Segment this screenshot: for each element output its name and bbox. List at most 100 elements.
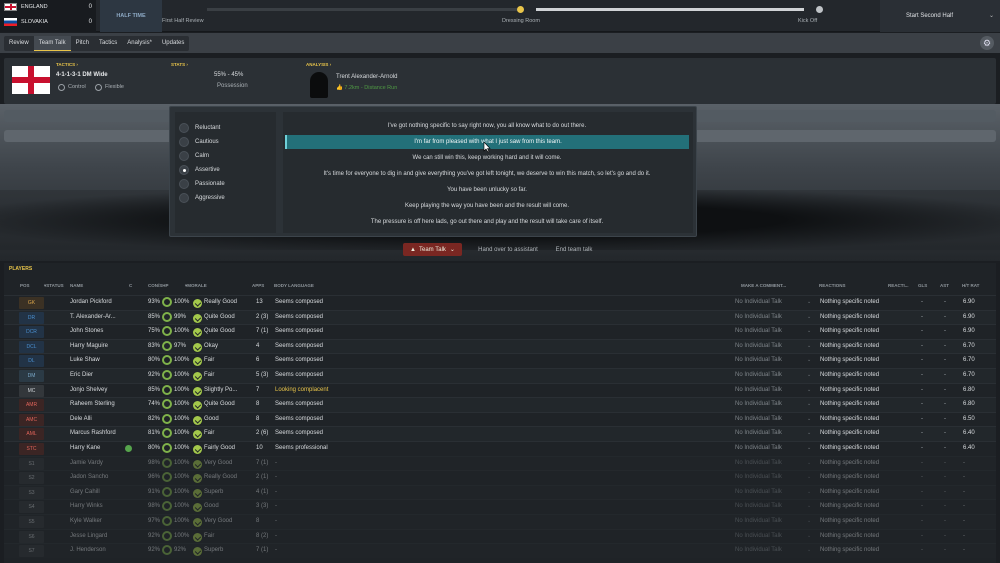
table-row[interactable]: S2 Jadon Sancho 96% 100% Really Good 2 (1) - No…	[4, 470, 996, 485]
end-team-talk-button[interactable]: End team talk	[549, 243, 599, 256]
col-name[interactable]: NAME	[70, 283, 83, 288]
table-row[interactable]: AMC Dele Alli 82% 100% Good 8 Seems composed No…	[4, 411, 996, 427]
individual-talk-select[interactable]: No Individual Talk	[735, 387, 782, 393]
chevron-down-icon[interactable]: ⌄	[807, 503, 811, 509]
position-badge[interactable]: S5	[19, 516, 44, 528]
player-name[interactable]: Jamie Vardy	[70, 460, 103, 466]
tone-option[interactable]: Cautious	[179, 137, 219, 147]
player-name[interactable]: Jonjo Shelvey	[70, 387, 107, 393]
table-row[interactable]: S1 Jamie Vardy 98% 100% Very Good 7 (1) - No In…	[4, 455, 996, 471]
player-name[interactable]: John Stones	[70, 328, 103, 334]
position-badge[interactable]: DCR	[19, 326, 44, 339]
chevron-down-icon[interactable]: ⌄	[807, 547, 811, 553]
position-badge[interactable]: GK	[19, 297, 44, 309]
radio-selected-icon[interactable]	[179, 165, 189, 175]
individual-talk-select[interactable]: No Individual Talk	[735, 357, 782, 363]
table-row[interactable]: AML Marcus Rashford 81% 100% Fair 2 (6) Seems …	[4, 426, 996, 441]
tone-option[interactable]: Assertive	[179, 165, 220, 175]
tactics-header[interactable]: TACTICS ›	[56, 62, 78, 67]
chevron-down-icon[interactable]: ⌄	[807, 357, 811, 363]
player-name[interactable]: J. Henderson	[70, 547, 106, 553]
tab-team-talk[interactable]: Team Talk	[33, 36, 71, 51]
chevron-down-icon[interactable]: ⌄	[807, 430, 811, 436]
player-name[interactable]: Jadon Sancho	[70, 474, 108, 480]
position-badge[interactable]: MC	[19, 384, 44, 397]
player-name[interactable]: Harry Winks	[70, 503, 103, 509]
table-row[interactable]: S4 Harry Winks 98% 100% Good 3 (3) - No Individ…	[4, 499, 996, 514]
table-row[interactable]: GK Jordan Pickford 93% 100% Really Good 13 See…	[4, 295, 996, 310]
col-make-comment[interactable]: MAKE A COMMENT...	[741, 283, 786, 288]
table-row[interactable]: MC Jonjo Shelvey 85% 100% Slightly Po... 7 Loo…	[4, 382, 996, 398]
timeline-first-half-review[interactable]: First Half Review	[162, 18, 204, 24]
timeline-kick-off[interactable]: Kick Off	[798, 18, 817, 24]
chevron-down-icon[interactable]: ⌄	[807, 372, 811, 378]
table-row[interactable]: DCL Harry Maguire 83% 97% Okay 4 Seems compose…	[4, 338, 996, 354]
player-name[interactable]: Raheem Sterling	[70, 401, 115, 407]
table-row[interactable]: S6 Jesse Lingard 92% 100% Fair 8 (2) - No Indiv…	[4, 528, 996, 544]
player-name[interactable]: Dele Alli	[70, 416, 92, 422]
position-badge[interactable]: S6	[19, 530, 44, 543]
col-rating[interactable]: H/T RAT	[962, 283, 979, 288]
talk-option[interactable]: I've got nothing specific to say right n…	[285, 119, 689, 133]
col-condition[interactable]: CON/SHP	[148, 283, 169, 288]
table-row[interactable]: DR T. Alexander-Ar... 85% 99% Quite Good 2 (3…	[4, 309, 996, 325]
talk-option[interactable]: Keep playing the way you have been and t…	[285, 199, 689, 213]
individual-talk-select[interactable]: No Individual Talk	[735, 401, 782, 407]
stats-header[interactable]: STATS ›	[171, 62, 188, 67]
position-badge[interactable]: S2	[19, 472, 44, 485]
individual-talk-select[interactable]: No Individual Talk	[735, 343, 782, 349]
timeline-dressing-room[interactable]: Dressing Room	[502, 18, 540, 24]
individual-talk-select[interactable]: No Individual Talk	[735, 518, 782, 524]
tone-option[interactable]: Passionate	[179, 179, 225, 189]
col-c[interactable]: C	[129, 283, 132, 288]
position-badge[interactable]: S7	[19, 545, 44, 558]
individual-talk-select[interactable]: No Individual Talk	[735, 547, 782, 553]
player-name[interactable]: Kyle Walker	[70, 518, 102, 524]
col-apps[interactable]: APPS	[252, 283, 264, 288]
tone-option[interactable]: Reluctant	[179, 123, 220, 133]
chevron-down-icon[interactable]: ⌄	[807, 533, 811, 539]
analysis-header[interactable]: ANALYSIS ›	[306, 62, 331, 67]
col-body-language[interactable]: BODY LANGUAGE	[274, 283, 314, 288]
start-second-half-button[interactable]: Start Second Half ⌄	[880, 0, 1000, 32]
chevron-down-icon[interactable]: ⌄	[807, 445, 811, 451]
radio-icon[interactable]	[179, 151, 189, 161]
individual-talk-select[interactable]: No Individual Talk	[735, 299, 782, 305]
tone-option[interactable]: Calm	[179, 151, 209, 161]
player-name[interactable]: Gary Cahill	[70, 489, 100, 495]
analysis-player-name[interactable]: Trent Alexander-Arnold	[336, 74, 397, 80]
player-name[interactable]: Jesse Lingard	[70, 533, 107, 539]
col-status[interactable]: ▾STATUS	[44, 283, 64, 289]
position-badge[interactable]: S1	[19, 457, 44, 470]
position-badge[interactable]: AMC	[19, 413, 44, 426]
individual-talk-select[interactable]: No Individual Talk	[735, 416, 782, 422]
individual-talk-select[interactable]: No Individual Talk	[735, 328, 782, 334]
individual-talk-select[interactable]: No Individual Talk	[735, 489, 782, 495]
individual-talk-select[interactable]: No Individual Talk	[735, 474, 782, 480]
col-ast[interactable]: AST	[940, 283, 949, 288]
talk-option[interactable]: It's time for everyone to dig in and giv…	[285, 167, 689, 181]
table-row[interactable]: DCR John Stones 75% 100% Quite Good 7 (1) Seem…	[4, 324, 996, 339]
table-row[interactable]: S3 Gary Cahill 91% 100% Superb 4 (1) - No Indiv…	[4, 484, 996, 500]
col-reactn[interactable]: REACTI...	[888, 283, 909, 288]
position-badge[interactable]: S4	[19, 501, 44, 514]
position-badge[interactable]: DR	[19, 311, 44, 324]
individual-talk-select[interactable]: No Individual Talk	[735, 503, 782, 509]
chevron-down-icon[interactable]: ⌄	[807, 387, 811, 393]
tab-updates[interactable]: Updates	[157, 36, 189, 51]
individual-talk-select[interactable]: No Individual Talk	[735, 533, 782, 539]
table-row[interactable]: S7 J. Henderson 92% 92% Superb 7 (1) - No Indiv…	[4, 543, 996, 558]
tab-analysis[interactable]: Analysis*	[122, 36, 157, 51]
hand-over-button[interactable]: Hand over to assistant	[472, 243, 544, 256]
position-badge[interactable]: S3	[19, 486, 44, 499]
chevron-down-icon[interactable]: ⌄	[807, 416, 811, 422]
tone-option[interactable]: Aggressive	[179, 193, 225, 203]
position-badge[interactable]: DM	[19, 370, 44, 382]
table-row[interactable]: S5 Kyle Walker 97% 100% Very Good 8 - No Indivi…	[4, 514, 996, 529]
chevron-down-icon[interactable]: ⌄	[989, 12, 994, 19]
tab-tactics[interactable]: Tactics	[94, 36, 122, 51]
table-row[interactable]: AMR Raheem Sterling 74% 100% Quite Good 8 Seem…	[4, 397, 996, 412]
chevron-down-icon[interactable]: ⌄	[807, 328, 811, 334]
col-reactions[interactable]: REACTIONS	[819, 283, 846, 288]
chevron-down-icon[interactable]: ⌄	[807, 460, 811, 466]
